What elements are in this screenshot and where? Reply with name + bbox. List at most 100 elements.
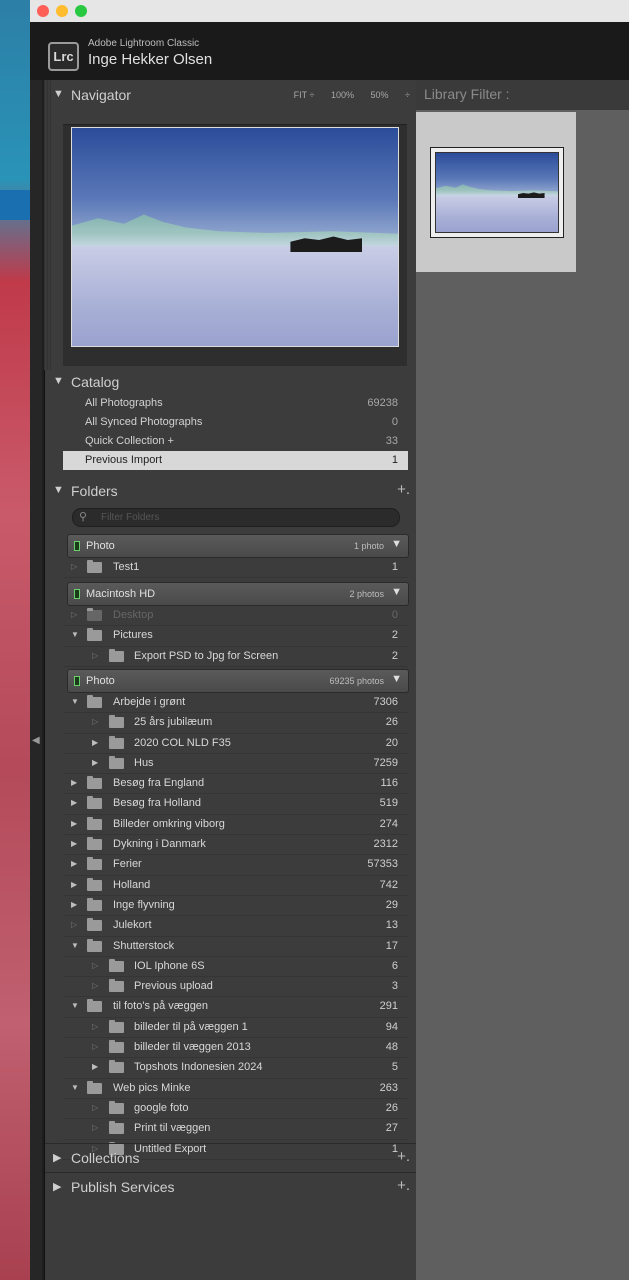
folder-icon (87, 837, 102, 851)
folder-list-macintosh-hd: ▷ Desktop 0 ▼ Pictures 2 ▷ Export PSD to Jpg … (63, 606, 408, 667)
triangle-down-icon: ▼ (53, 375, 64, 387)
library-filter-bar[interactable]: Library Filter : (416, 80, 629, 110)
folder-filter-input[interactable]: ⚲ Filter Folders (72, 508, 400, 527)
grid-cell-selected[interactable] (416, 112, 576, 272)
folder-row[interactable]: ▷ Test1 1 (63, 558, 408, 579)
triangle-right-icon: ▶ (53, 1152, 62, 1164)
volume-status-icon (74, 676, 80, 686)
triangle-down-icon: ▼ (53, 484, 64, 496)
left-panel-toggle[interactable]: ◀ (30, 80, 42, 1280)
folders-title: Folders (71, 483, 118, 499)
folder-row[interactable]: ▷ billeder til på væggen 1 94 (63, 1018, 408, 1039)
catalog-list: All Photographs 69238 All Synced Photogra… (63, 394, 408, 470)
folder-icon (87, 695, 102, 708)
volume-menu-icon[interactable]: ▼ (391, 538, 402, 550)
add-publish-service-button[interactable]: +. (397, 1177, 410, 1194)
zoom-more-option[interactable]: ÷ (405, 90, 410, 100)
folder-icon (87, 776, 102, 790)
identity-plate: Lrc Adobe Lightroom Classic Inge Hekker … (30, 22, 629, 80)
navigator-zoom-options: FIT ÷ 100% 50% ÷ (280, 90, 410, 100)
navigator-photo[interactable] (71, 127, 399, 347)
catalog-title: Catalog (71, 374, 120, 390)
folder-row[interactable]: ▶ Topshots Indonesien 2024 5 (63, 1058, 408, 1079)
folder-row[interactable]: ▷ Julekort 13 (63, 916, 408, 937)
lrc-logo: Lrc (48, 42, 79, 71)
folders-header[interactable]: ▼ Folders +. (45, 477, 416, 505)
close-window-button[interactable] (37, 5, 49, 17)
folder-icon (87, 857, 102, 871)
folder-list-photo-2: ▼ Arbejde i grønt 7306 ▷ 25 års jubilæum 26 … (63, 693, 408, 1160)
add-folder-button[interactable]: +. (397, 481, 410, 498)
folder-row[interactable]: ▶ Inge flyvning 29 (63, 896, 408, 917)
zoom-window-button[interactable] (75, 5, 87, 17)
folder-row[interactable]: ▶ Dykning i Danmark 2312 (63, 835, 408, 856)
catalog-item-quick-collection[interactable]: Quick Collection +33 (63, 432, 408, 451)
add-collection-button[interactable]: +. (397, 1148, 410, 1165)
folder-icon (87, 897, 102, 911)
folder-row[interactable]: ▷ billeder til væggen 2013 48 (63, 1038, 408, 1059)
catalog-header[interactable]: ▼ Catalog (45, 368, 416, 396)
folder-icon (109, 1019, 124, 1033)
triangle-down-icon: ▼ (53, 88, 64, 100)
folder-icon (87, 877, 102, 891)
folder-row[interactable]: ▶ Besøg fra England 116 (63, 774, 408, 795)
navigator-title: Navigator (71, 87, 131, 103)
folder-icon (109, 1100, 124, 1114)
minimize-window-button[interactable] (56, 5, 68, 17)
catalog-item-all-synced[interactable]: All Synced Photographs 0 (63, 413, 408, 432)
folder-row[interactable]: ▷ IOL Iphone 6S 6 (63, 957, 408, 978)
folder-row[interactable]: ▷ Desktop 0 (63, 606, 408, 627)
app-name: Adobe Lightroom Classic (88, 38, 200, 49)
collapse-left-icon: ◀ (32, 735, 40, 746)
folder-row[interactable]: ▷ 25 års jubilæum 26 (63, 713, 408, 734)
navigator-preview[interactable] (63, 124, 407, 366)
folder-row[interactable]: ▶ Billeder omkring viborg 274 (63, 815, 408, 836)
folder-row[interactable]: ▷ Print til væggen 27 (63, 1119, 408, 1140)
folder-icon (87, 918, 102, 932)
folder-icon (87, 1080, 102, 1094)
volume-macintosh-hd[interactable]: Macintosh HD 2 photos ▼ (67, 582, 409, 606)
folder-icon (109, 979, 124, 993)
folder-row[interactable]: ▼ Web pics Minke 263 (63, 1079, 408, 1099)
folder-icon (109, 1040, 124, 1054)
volume-menu-icon[interactable]: ▼ (391, 586, 402, 598)
folder-icon (87, 628, 102, 642)
catalog-item-previous-import[interactable]: Previous Import 1 (63, 451, 408, 470)
folder-row[interactable]: ▼ Shutterstock 17 (63, 937, 408, 957)
folder-row[interactable]: ▷ google foto 26 (63, 1099, 408, 1120)
folder-row[interactable]: ▼ Arbejde i grønt 7306 (63, 693, 408, 714)
volume-status-icon (74, 589, 80, 599)
folder-row[interactable]: ▷ Export PSD to Jpg for Screen 2 (63, 647, 408, 667)
publish-services-header[interactable]: ▶ Publish Services +. (45, 1172, 416, 1201)
folder-row[interactable]: ▷ Previous upload 3 (63, 977, 408, 998)
volume-photo-2[interactable]: Photo 69235 photos ▼ (67, 669, 409, 693)
folder-icon (109, 1060, 124, 1074)
folder-icon (87, 816, 102, 830)
folder-icon (109, 958, 124, 972)
volume-menu-icon[interactable]: ▼ (391, 673, 402, 685)
search-icon: ⚲ (79, 511, 88, 523)
folder-row[interactable]: ▼ til foto's på væggen 291 (63, 997, 408, 1018)
folder-row[interactable]: ▶ Besøg fra Holland 519 (63, 794, 408, 815)
thumbnail-image[interactable] (435, 152, 559, 233)
folder-icon (109, 735, 124, 749)
folder-row[interactable]: ▶ 2020 COL NLD F35 20 (63, 734, 408, 754)
collections-header[interactable]: ▶ Collections +. (45, 1143, 416, 1172)
catalog-item-all-photographs[interactable]: All Photographs 69238 (63, 394, 408, 413)
zoom-100-option[interactable]: 100% (331, 90, 354, 100)
navigator-header[interactable]: ▼ Navigator FIT ÷ 100% 50% ÷ (45, 81, 416, 109)
folder-icon (109, 1121, 124, 1135)
title-bar (30, 0, 629, 23)
folder-icon (87, 796, 102, 810)
folder-row[interactable]: ▶ Ferier 57353 (63, 855, 408, 876)
thumbnail-frame[interactable] (430, 147, 564, 238)
folder-icon (109, 648, 124, 662)
folder-row[interactable]: ▶ Hus 7259 (63, 754, 408, 775)
folder-filter-placeholder: Filter Folders (101, 512, 160, 523)
folder-row[interactable]: ▶ Holland 742 (63, 876, 408, 896)
volume-photo-1[interactable]: Photo 1 photo ▼ (67, 534, 409, 558)
zoom-fit-option[interactable]: FIT ÷ (294, 90, 315, 100)
folder-row[interactable]: ▼ Pictures 2 (63, 626, 408, 647)
zoom-50-option[interactable]: 50% (371, 90, 389, 100)
left-panel-scrollbar[interactable] (44, 80, 51, 370)
